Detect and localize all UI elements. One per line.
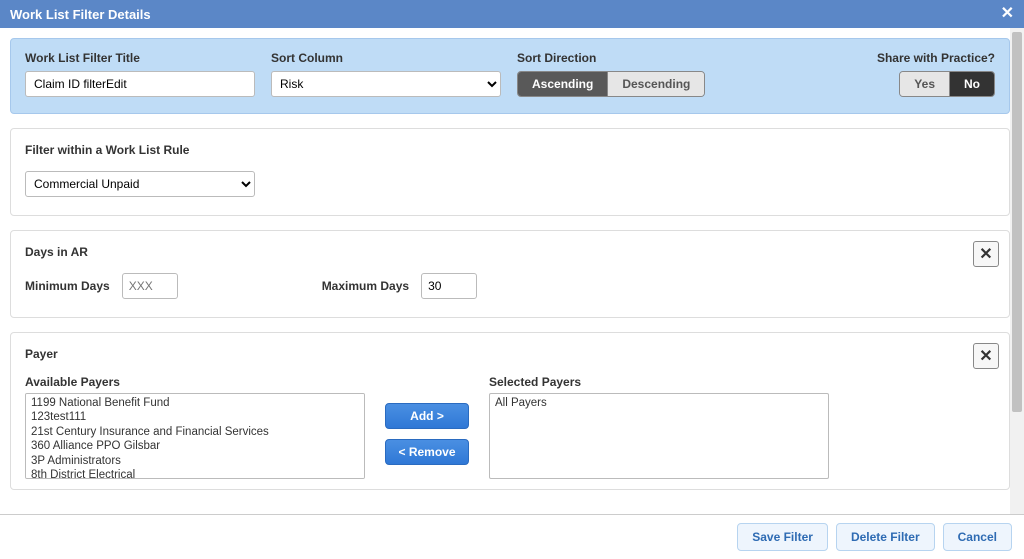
remove-payer-button[interactable]: ✕	[973, 343, 999, 369]
sort-column-label: Sort Column	[271, 51, 501, 65]
payer-heading: Payer	[25, 347, 995, 361]
selected-payers-label: Selected Payers	[489, 375, 829, 389]
delete-filter-button[interactable]: Delete Filter	[836, 523, 935, 551]
remove-days-in-ar-button[interactable]: ✕	[973, 241, 999, 267]
max-days-input[interactable]	[421, 273, 477, 299]
rule-heading: Filter within a Work List Rule	[25, 143, 995, 157]
filter-title-input[interactable]	[25, 71, 255, 97]
remove-payer-transfer-button[interactable]: < Remove	[385, 439, 469, 465]
save-filter-button[interactable]: Save Filter	[737, 523, 828, 551]
list-item[interactable]: 3P Administrators	[30, 454, 360, 468]
scrollbar-thumb[interactable]	[1012, 32, 1022, 412]
list-item[interactable]: All Payers	[494, 396, 824, 410]
dialog-body: Work List Filter Title Sort Column Risk …	[0, 28, 1010, 514]
close-icon: ✕	[979, 244, 992, 264]
list-item[interactable]: 8th District Electrical	[30, 468, 360, 479]
max-days-label: Maximum Days	[322, 279, 409, 293]
payer-columns: Available Payers 1199 National Benefit F…	[25, 375, 995, 479]
work-list-filter-dialog: Work List Filter Details ✕ Work List Fil…	[0, 0, 1024, 559]
sort-direction-toggle: Ascending Descending	[517, 71, 705, 97]
share-practice-label: Share with Practice?	[877, 51, 995, 65]
list-item[interactable]: 360 Alliance PPO Gilsbar	[30, 439, 360, 453]
sort-column-select[interactable]: Risk	[271, 71, 501, 97]
close-icon: ✕	[979, 346, 992, 366]
cancel-button[interactable]: Cancel	[943, 523, 1012, 551]
filter-title-label: Work List Filter Title	[25, 51, 255, 65]
min-days-input[interactable]	[122, 273, 178, 299]
list-item[interactable]: 1199 National Benefit Fund	[30, 396, 360, 410]
sort-desc-button[interactable]: Descending	[608, 72, 704, 96]
days-in-ar-row: Minimum Days Maximum Days	[25, 273, 995, 299]
top-settings-panel: Work List Filter Title Sort Column Risk …	[10, 38, 1010, 114]
transfer-buttons: Add > < Remove	[385, 375, 469, 465]
days-in-ar-section: ✕ Days in AR Minimum Days Maximum Days	[10, 230, 1010, 318]
available-payers-label: Available Payers	[25, 375, 365, 389]
list-item[interactable]: 123test111	[30, 410, 360, 424]
close-icon[interactable]: ✕	[1001, 6, 1014, 22]
selected-payers-col: Selected Payers All Payers	[489, 375, 829, 479]
payer-section: ✕ Payer Available Payers 1199 National B…	[10, 332, 1010, 490]
dialog-scrollbar[interactable]	[1010, 28, 1024, 514]
sort-asc-button[interactable]: Ascending	[518, 72, 608, 96]
dialog-body-wrap: Work List Filter Title Sort Column Risk …	[0, 28, 1024, 514]
selected-payers-listbox[interactable]: All Payers	[489, 393, 829, 479]
rule-select[interactable]: Commercial Unpaid	[25, 171, 255, 197]
dialog-header: Work List Filter Details ✕	[0, 0, 1024, 28]
filter-title-group: Work List Filter Title	[25, 51, 255, 97]
dialog-title: Work List Filter Details	[10, 7, 151, 22]
add-payer-button[interactable]: Add >	[385, 403, 469, 429]
available-payers-listbox[interactable]: 1199 National Benefit Fund123test11121st…	[25, 393, 365, 479]
sort-direction-label: Sort Direction	[517, 51, 705, 65]
share-practice-toggle: Yes No	[899, 71, 995, 97]
days-in-ar-heading: Days in AR	[25, 245, 995, 259]
share-practice-group: Share with Practice? Yes No	[877, 51, 995, 97]
min-days-label: Minimum Days	[25, 279, 110, 293]
rule-section: Filter within a Work List Rule Commercia…	[10, 128, 1010, 216]
share-yes-button[interactable]: Yes	[900, 72, 950, 96]
list-item[interactable]: 21st Century Insurance and Financial Ser…	[30, 425, 360, 439]
dialog-footer: Save Filter Delete Filter Cancel	[0, 514, 1024, 559]
available-payers-col: Available Payers 1199 National Benefit F…	[25, 375, 365, 479]
sort-direction-group: Sort Direction Ascending Descending	[517, 51, 705, 97]
sort-column-group: Sort Column Risk	[271, 51, 501, 97]
share-no-button[interactable]: No	[950, 72, 994, 96]
